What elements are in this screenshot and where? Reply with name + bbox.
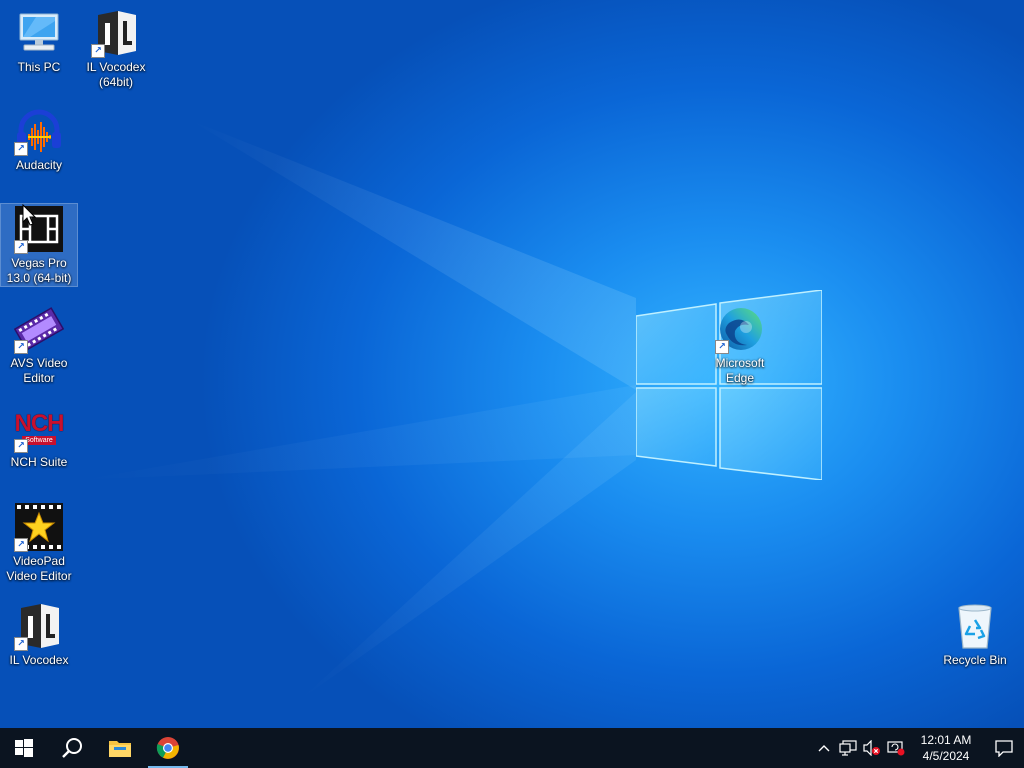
volume-muted-icon[interactable] <box>860 728 884 768</box>
nch-logo-text: NCH <box>14 409 65 437</box>
desktop-icon-microsoft-edge[interactable]: ↗ Microsoft Edge <box>702 304 778 386</box>
notifications-button[interactable] <box>984 728 1024 768</box>
chrome-button[interactable] <box>144 728 192 768</box>
icon-label: This PC <box>17 60 61 74</box>
desktop-icon-nch-suite[interactable]: NCH Software ↗ NCH Suite <box>1 403 77 470</box>
windows-start-icon <box>15 739 33 757</box>
file-explorer-button[interactable] <box>96 728 144 768</box>
clock-date: 4/5/2024 <box>922 749 970 763</box>
shortcut-arrow-icon: ↗ <box>14 340 28 354</box>
nch-suite-icon: NCH Software ↗ <box>14 403 65 453</box>
search-button[interactable] <box>48 728 96 768</box>
desktop-icon-recycle-bin[interactable]: Recycle Bin <box>937 601 1013 668</box>
icon-label: AVS Video Editor <box>10 356 68 385</box>
taskbar: 12:01 AM 4/5/2024 <box>0 728 1024 768</box>
desktop-icon-vegas-pro[interactable]: ↗ Vegas Pro 13.0 (64-bit) <box>0 203 78 287</box>
chrome-icon <box>156 737 179 759</box>
desktop-icon-il-vocodex[interactable]: ↗ IL Vocodex <box>1 601 77 668</box>
icon-label: Recycle Bin <box>943 653 1007 667</box>
audacity-icon: ↗ <box>14 106 64 156</box>
wallpaper-light-beams <box>80 120 636 700</box>
avs-video-editor-icon: ↗ <box>14 304 64 354</box>
desktop-icon-videopad[interactable]: ↗ VideoPad Video Editor <box>1 502 77 584</box>
desktop: This PC ↗ IL Vocodex (64bit) ↗ Audacity … <box>0 0 1024 728</box>
shortcut-arrow-icon: ↗ <box>14 538 28 552</box>
icon-label: VideoPad Video Editor <box>6 554 72 583</box>
icon-label: NCH Suite <box>10 455 68 469</box>
system-tray: 12:01 AM 4/5/2024 <box>812 728 1024 768</box>
file-explorer-icon <box>109 741 131 757</box>
icon-label: Audacity <box>15 158 63 172</box>
desktop-icon-il-vocodex-64bit[interactable]: ↗ IL Vocodex (64bit) <box>78 8 154 90</box>
shortcut-arrow-icon: ↗ <box>91 44 105 58</box>
notification-icon <box>995 740 1013 757</box>
clock[interactable]: 12:01 AM 4/5/2024 <box>908 732 984 764</box>
recycle-bin-icon <box>950 601 1000 651</box>
this-pc-icon <box>14 8 64 58</box>
il-vocodex-icon: ↗ <box>14 601 64 651</box>
icon-label: IL Vocodex (64bit) <box>86 60 146 89</box>
action-center-alert-icon[interactable] <box>884 728 908 768</box>
videopad-icon: ↗ <box>14 502 64 552</box>
il-vocodex-icon: ↗ <box>91 8 141 58</box>
shortcut-arrow-icon: ↗ <box>14 439 28 453</box>
desktop-icon-audacity[interactable]: ↗ Audacity <box>1 106 77 173</box>
edge-icon: ↗ <box>715 304 765 354</box>
shortcut-arrow-icon: ↗ <box>715 340 729 354</box>
shortcut-arrow-icon: ↗ <box>14 240 28 254</box>
start-button[interactable] <box>0 728 48 768</box>
clock-time: 12:01 AM <box>920 733 972 747</box>
network-icon[interactable] <box>836 728 860 768</box>
shortcut-arrow-icon: ↗ <box>14 637 28 651</box>
desktop-icon-avs-video-editor[interactable]: ↗ AVS Video Editor <box>1 304 77 386</box>
show-hidden-icons-chevron-icon[interactable] <box>812 728 836 768</box>
search-icon <box>62 738 82 758</box>
icon-label: IL Vocodex <box>9 653 69 667</box>
icon-label: Vegas Pro 13.0 (64-bit) <box>6 256 72 285</box>
vegas-pro-icon: ↗ <box>14 204 64 254</box>
desktop-icon-this-pc[interactable]: This PC <box>1 8 77 75</box>
icon-label: Microsoft Edge <box>715 356 765 385</box>
shortcut-arrow-icon: ↗ <box>14 142 28 156</box>
